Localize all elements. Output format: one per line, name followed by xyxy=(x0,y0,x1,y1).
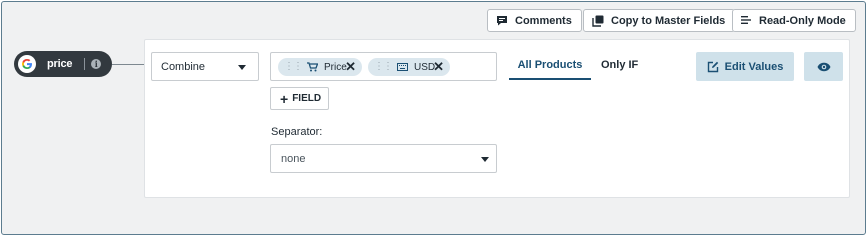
field-name: price xyxy=(47,58,73,70)
copy-to-master-fields-button[interactable]: Copy to Master Fields xyxy=(583,9,736,32)
remove-tag-icon[interactable]: ✕ xyxy=(345,59,356,75)
eye-icon xyxy=(817,62,830,71)
tag-usd[interactable]: ⋮⋮ USD ✕ xyxy=(368,58,450,76)
tab-only-if[interactable]: Only IF xyxy=(601,59,638,71)
comment-icon xyxy=(497,16,507,26)
connector-line xyxy=(112,64,144,65)
drag-handle-icon[interactable]: ⋮⋮ xyxy=(374,62,393,72)
edit-values-label: Edit Values xyxy=(724,60,784,73)
tab-all-products[interactable]: All Products xyxy=(509,59,591,80)
tag-price-label: Price xyxy=(324,61,347,73)
pill-divider xyxy=(84,58,86,70)
keyboard-icon xyxy=(397,63,408,71)
separator-value: none xyxy=(281,152,306,165)
plus-icon: + xyxy=(280,90,289,107)
tag-price[interactable]: ⋮⋮ Price ✕ xyxy=(278,58,362,76)
read-only-mode-button[interactable]: Read-Only Mode xyxy=(732,9,856,32)
edit-icon xyxy=(707,61,718,72)
drag-handle-icon[interactable]: ⋮⋮ xyxy=(284,62,303,72)
add-field-button[interactable]: + FIELD xyxy=(270,87,329,110)
separator-select[interactable]: none xyxy=(270,144,497,173)
copy-icon xyxy=(592,15,604,27)
chevron-down-icon xyxy=(481,157,489,162)
comments-button[interactable]: Comments xyxy=(487,9,582,32)
read-only-label: Read-Only Mode xyxy=(759,14,846,27)
combine-value: Combine xyxy=(161,60,206,73)
preview-button[interactable] xyxy=(804,52,843,81)
copy-label: Copy to Master Fields xyxy=(611,14,726,27)
list-icon xyxy=(741,16,751,24)
chevron-down-icon xyxy=(238,65,246,70)
combine-select[interactable]: Combine xyxy=(151,52,259,81)
separator-label: Separator: xyxy=(271,126,323,138)
tag-usd-label: USD xyxy=(414,61,436,73)
comments-label: Comments xyxy=(515,14,572,27)
field-tags-input[interactable]: ⋮⋮ Price ✕ ⋮⋮ USD ✕ xyxy=(270,52,497,81)
cart-icon xyxy=(307,62,318,72)
google-logo-icon xyxy=(18,55,36,73)
field-pill[interactable]: price i xyxy=(14,51,112,77)
add-field-label: FIELD xyxy=(292,93,322,104)
edit-values-button[interactable]: Edit Values xyxy=(696,52,794,81)
info-icon[interactable]: i xyxy=(91,59,102,69)
remove-tag-icon[interactable]: ✕ xyxy=(433,59,444,75)
